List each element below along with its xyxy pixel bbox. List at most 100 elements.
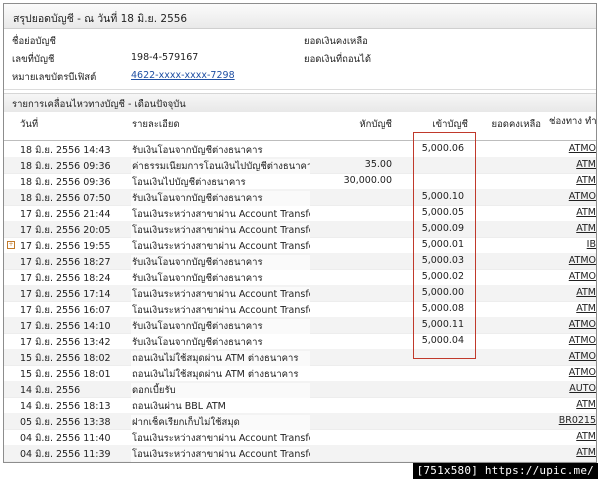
cell-date: 14 มิ.ย. 2556 18:13 — [20, 401, 111, 412]
cell-channel: AUTO — [544, 383, 596, 394]
cell-deposit: 5,000.08 — [421, 303, 464, 314]
cell-description: ดอกเบี้ยรับ — [131, 383, 310, 398]
channel-link[interactable]: ATM — [576, 431, 596, 442]
channel-link[interactable]: ATM — [576, 287, 596, 298]
account-summary-panel: สรุปยอดบัญชี - ณ วันที่ 18 มิ.ย. 2556 ชื… — [3, 3, 597, 463]
cell-date: 18 มิ.ย. 2556 09:36 — [20, 177, 111, 188]
channel-link[interactable]: ATMO — [569, 255, 596, 266]
header-channel: ช่องทาง ทำรายการ — [549, 116, 597, 127]
table-header: วันที่ รายละเอียด หักบัญชี เข้าบัญชี ยอด… — [4, 112, 596, 141]
cell-channel: ATMO — [544, 351, 596, 362]
cell-date: 17 มิ.ย. 2556 18:27 — [20, 257, 111, 268]
cell-description: โอนเงินระหว่างสาขาผ่าน Account Transfer — [131, 447, 310, 462]
cell-description: รับเงินโอนจากบัญชีต่างธนาคาร — [131, 191, 310, 206]
cell-withdraw: 30,000.00 — [343, 175, 392, 186]
channel-link[interactable]: AUTO — [569, 383, 596, 394]
cell-description: รับเงินโอนจากบัญชีต่างธนาคาร — [131, 319, 310, 334]
cell-description: ค่าธรรมเนียมการโอนเงินไปบัญชีต่างธนาคาร — [131, 159, 310, 174]
cell-description: รับเงินโอนจากบัญชีต่างธนาคาร — [131, 143, 310, 158]
channel-link[interactable]: ATM — [576, 399, 596, 410]
cell-description: ถอนเงินไม่ใช้สมุดผ่าน ATM ต่างธนาคาร — [131, 351, 310, 366]
expand-plus-icon[interactable]: + — [7, 241, 15, 249]
cell-date: 17 มิ.ย. 2556 19:55 — [20, 241, 111, 252]
table-row: 17 มิ.ย. 2556 18:24 รับเงินโอนจากบัญชีต่า… — [4, 269, 596, 286]
cell-description: รับเงินโอนจากบัญชีต่างธนาคาร — [131, 271, 310, 286]
channel-link[interactable]: ATMO — [569, 319, 596, 330]
cell-date: 17 มิ.ย. 2556 16:07 — [20, 305, 111, 316]
table-row: 17 มิ.ย. 2556 17:14 โอนเงินระหว่างสาขาผ่า… — [4, 285, 596, 302]
table-row: 17 มิ.ย. 2556 13:42 รับเงินโอนจากบัญชีต่า… — [4, 333, 596, 350]
page-title: สรุปยอดบัญชี - ณ วันที่ 18 มิ.ย. 2556 — [13, 13, 188, 25]
table-row: 18 มิ.ย. 2556 09:36 โอนเงินไปบัญชีต่างธนา… — [4, 173, 596, 190]
cell-description: โอนเงินระหว่างสาขาผ่าน Account Transfer — [131, 303, 310, 318]
cell-date: 17 มิ.ย. 2556 18:24 — [20, 273, 111, 284]
cell-channel: ATM — [544, 431, 596, 442]
cell-date: 17 มิ.ย. 2556 17:14 — [20, 289, 111, 300]
divider — [4, 89, 596, 90]
cell-deposit: 5,000.00 — [421, 287, 464, 298]
cell-date: 17 มิ.ย. 2556 21:44 — [20, 209, 111, 220]
card-number-link[interactable]: 4622-xxxx-xxxx-7298 — [131, 70, 235, 81]
table-row: 04 มิ.ย. 2556 11:39 โอนเงินระหว่างสาขาผ่า… — [4, 445, 596, 462]
channel-link[interactable]: ATM — [576, 175, 596, 186]
cell-description: โอนเงินระหว่างสาขาผ่าน Account Transfer — [131, 223, 310, 238]
table-row: 18 มิ.ย. 2556 14:43 รับเงินโอนจากบัญชีต่า… — [4, 141, 596, 158]
cell-channel: ATMO — [544, 319, 596, 330]
channel-link[interactable]: BR0215 — [559, 415, 596, 426]
section-title: รายการเคลื่อนไหวทางบัญชี - เดือนปัจจุบัน — [12, 99, 186, 110]
cell-deposit: 5,000.09 — [421, 223, 464, 234]
cell-channel: ATM — [544, 447, 596, 458]
cell-description: รับเงินโอนจากบัญชีต่างธนาคาร — [131, 335, 310, 350]
cell-description: โอนเงินระหว่างสาขาผ่าน Account Transfer — [131, 239, 310, 254]
channel-link[interactable]: ATM — [576, 207, 596, 218]
table-row: 17 มิ.ย. 2556 16:07 โอนเงินระหว่างสาขาผ่า… — [4, 301, 596, 318]
channel-link[interactable]: ATMO — [569, 367, 596, 378]
channel-link[interactable]: ATM — [576, 223, 596, 234]
cell-channel: ATMO — [544, 191, 596, 202]
cell-deposit: 5,000.05 — [421, 207, 464, 218]
section-header: รายการเคลื่อนไหวทางบัญชี - เดือนปัจจุบัน — [4, 93, 596, 113]
cell-deposit: 5,000.11 — [421, 319, 464, 330]
cell-date: 18 มิ.ย. 2556 14:43 — [20, 145, 111, 156]
channel-link[interactable]: ATMO — [569, 335, 596, 346]
cell-deposit: 5,000.02 — [421, 271, 464, 282]
cell-description: โอนเงินระหว่างสาขาผ่าน Account Transfer — [131, 207, 310, 222]
channel-link[interactable]: ATMO — [569, 143, 596, 154]
header-balance: ยอดคงเหลือ — [491, 119, 541, 130]
channel-link[interactable]: ATMO — [569, 271, 596, 282]
table-row: 17 มิ.ย. 2556 14:10 รับเงินโอนจากบัญชีต่า… — [4, 317, 596, 334]
table-row: 15 มิ.ย. 2556 18:01 ถอนเงินไม่ใช้สมุดผ่าน… — [4, 365, 596, 382]
cell-deposit: 5,000.01 — [421, 239, 464, 250]
cell-date: 18 มิ.ย. 2556 07:50 — [20, 193, 111, 204]
channel-link[interactable]: ATMO — [569, 351, 596, 362]
channel-link[interactable]: ATMO — [569, 191, 596, 202]
table-row: 04 มิ.ย. 2556 11:40 โอนเงินระหว่างสาขาผ่า… — [4, 429, 596, 446]
cell-deposit: 5,000.03 — [421, 255, 464, 266]
table-row: 18 มิ.ย. 2556 07:50 รับเงินโอนจากบัญชีต่า… — [4, 189, 596, 206]
account-no-label: เลขที่บัญชี — [12, 54, 55, 65]
header-description: รายละเอียด — [132, 119, 180, 130]
cell-channel: IB — [544, 239, 596, 250]
channel-link[interactable]: ATM — [576, 159, 596, 170]
cell-channel: ATMO — [544, 271, 596, 282]
available-label: ยอดเงินที่ถอนได้ — [304, 54, 371, 65]
channel-link[interactable]: ATM — [576, 447, 596, 458]
panel-title-bar: สรุปยอดบัญชี - ณ วันที่ 18 มิ.ย. 2556 — [4, 4, 596, 29]
cell-date: 04 มิ.ย. 2556 11:39 — [20, 449, 111, 460]
channel-link[interactable]: ATM — [576, 303, 596, 314]
cell-description: โอนเงินระหว่างสาขาผ่าน Account Transfer — [131, 431, 310, 446]
account-no-value: 198-4-579167 — [131, 52, 199, 63]
card-no-label: หมายเลขบัตรบีเฟิสต์ — [12, 72, 97, 83]
cell-channel: BR0215 — [544, 415, 596, 426]
cell-deposit: 5,000.10 — [421, 191, 464, 202]
cell-description: ถอนเงินผ่าน BBL ATM — [131, 399, 310, 414]
cell-date: 14 มิ.ย. 2556 — [20, 385, 81, 396]
cell-date: 15 มิ.ย. 2556 18:02 — [20, 353, 111, 364]
channel-link[interactable]: IB — [587, 239, 596, 250]
cell-description: ฝากเช็คเรียกเก็บไม่ใช้สมุด — [131, 415, 310, 430]
cell-channel: ATM — [544, 303, 596, 314]
cell-description: โอนเงินไปบัญชีต่างธนาคาร — [131, 175, 310, 190]
cell-date: 18 มิ.ย. 2556 09:36 — [20, 161, 111, 172]
cell-channel: ATM — [544, 223, 596, 234]
cell-channel: ATMO — [544, 335, 596, 346]
